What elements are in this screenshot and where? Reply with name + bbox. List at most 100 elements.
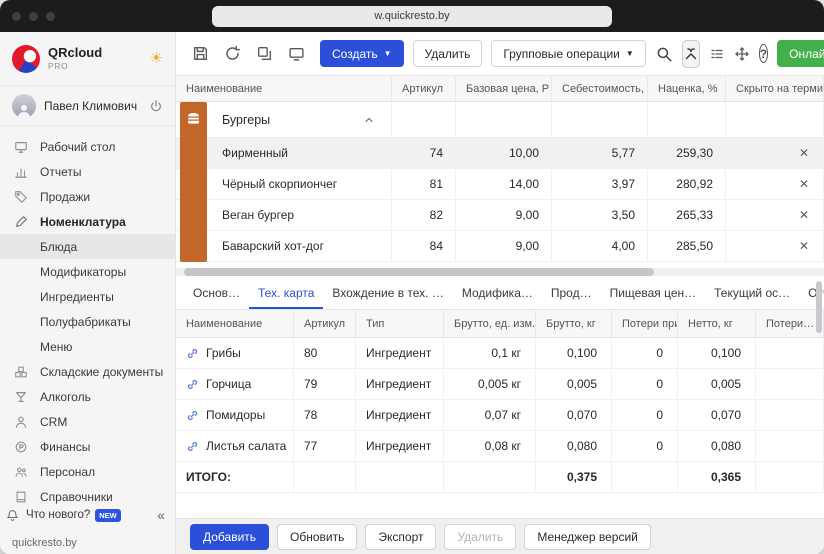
column-header-loss2[interactable]: Потери… [756,310,824,337]
window-minimize-button[interactable] [29,12,38,21]
logout-power-icon[interactable] [149,99,163,113]
customize-tools-icon[interactable] [682,40,700,68]
sidebar-item-crm[interactable]: CRM [0,409,175,434]
column-header-gross-kg[interactable]: Брутто, кг [536,310,612,337]
tab-tech-inclusion[interactable]: Вхождение в тех. … [323,276,452,309]
whats-new-link[interactable]: Что нового? NEW « [0,504,175,526]
brand-header: QRcloud PRO ☀ [0,32,175,86]
dish-sku: 74 [392,138,456,168]
add-button[interactable]: Добавить [190,524,269,550]
theme-sun-icon[interactable]: ☀ [150,51,163,66]
table-row[interactable]: Веган бургер 82 9,00 3,50 265,33 ✕ [176,200,824,231]
horizontal-scrollbar-thumb[interactable] [184,268,654,276]
table-row[interactable]: Горчица 79 Ингредиент 0,005 кг 0,005 0 0… [176,369,824,400]
column-header-loss[interactable]: Потери при… [612,310,678,337]
sidebar-item-alcohol[interactable]: Алкоголь [0,384,175,409]
link-icon[interactable] [186,378,199,391]
column-header-net-kg[interactable]: Нетто, кг [678,310,756,337]
sidebar-item-menu[interactable]: Меню [0,334,175,359]
save-icon[interactable] [192,45,209,62]
sidebar-item-warehouse-docs[interactable]: Складские документы [0,359,175,384]
hidden-toggle-icon[interactable]: ✕ [726,138,824,168]
sidebar-item-finance[interactable]: Финансы [0,434,175,459]
sidebar-item-ingredients[interactable]: Ингредиенты [0,284,175,309]
column-header-cost[interactable]: Себестоимость, Р [552,76,648,101]
version-manager-button[interactable]: Менеджер версий [524,524,651,550]
tab-main[interactable]: Основ… [184,276,249,309]
sidebar-item-nomenclature[interactable]: Номенклатура [0,209,175,234]
group-operations-dropdown[interactable]: Групповые операции▼ [491,40,645,67]
list-view-icon[interactable] [709,46,725,62]
column-header-price[interactable]: Базовая цена, Р [456,76,552,101]
tab-tech-card[interactable]: Тех. карта [249,276,323,309]
window-zoom-button[interactable] [46,12,55,21]
refresh-button[interactable]: Обновить [277,524,357,550]
table-row[interactable]: Фирменный 74 10,00 5,77 259,30 ✕ [176,138,824,169]
column-header-name[interactable]: Наименование [176,76,392,101]
hidden-toggle-icon[interactable]: ✕ [726,169,824,199]
dishes-table: Наименование Артикул Базовая цена, Р Себ… [176,76,824,276]
sidebar-item-sales[interactable]: Продажи [0,184,175,209]
link-icon[interactable] [186,440,199,453]
delete-button-label: Удалить [425,47,471,61]
table-row[interactable]: Баварский хот-дог 84 9,00 4,00 285,50 ✕ [176,231,824,262]
sidebar-item-modifiers[interactable]: Модификаторы [0,259,175,284]
dish-markup: 265,33 [648,200,726,230]
table-row[interactable]: Помидоры 78 Ингредиент 0,07 кг 0,070 0 0… [176,400,824,431]
tab-nutrition[interactable]: Пищевая цен… [601,276,706,309]
terminal-display-icon[interactable] [288,45,305,62]
move-arrows-icon[interactable] [734,46,750,62]
link-icon[interactable] [186,409,199,422]
pencil-icon [14,215,30,229]
window-close-button[interactable] [12,12,21,21]
vertical-scrollbar-thumb[interactable] [816,281,822,333]
sidebar-item-dishes[interactable]: Блюда [0,234,175,259]
help-icon[interactable]: ? [759,44,768,63]
refresh-icon[interactable] [224,45,241,62]
sidebar-item-reports[interactable]: Отчеты [0,159,175,184]
online-chat-button[interactable]: Онлайн-чат [777,40,824,67]
gross-kg: 0,070 [536,400,612,430]
hidden-toggle-icon[interactable]: ✕ [726,231,824,261]
column-header-name[interactable]: Наименование [176,310,294,337]
sidebar-footer-link[interactable]: quickresto.by [12,537,77,549]
address-bar[interactable]: w.quickresto.by [212,6,612,27]
delete-button[interactable]: Удалить [413,40,483,67]
table-row[interactable]: Грибы 80 Ингредиент 0,1 кг 0,100 0 0,100 [176,338,824,369]
table-row[interactable]: Чёрный скорпиончег 81 14,00 3,97 280,92 … [176,169,824,200]
column-header-type[interactable]: Тип [356,310,444,337]
user-row[interactable]: Павел Климович [0,86,175,126]
column-header-hidden[interactable]: Скрыто на терми [726,76,824,101]
export-button[interactable]: Экспорт [365,524,436,550]
search-icon[interactable] [655,45,673,63]
avatar [12,94,36,118]
column-header-sku[interactable]: Артикул [294,310,356,337]
column-header-sku[interactable]: Артикул [392,76,456,101]
sidebar-collapse-icon[interactable]: « [157,508,165,522]
collapse-chevron-up-icon[interactable] [363,114,375,126]
column-header-markup[interactable]: Наценка, % [648,76,726,101]
dish-sku: 81 [392,169,456,199]
tab-current-stock[interactable]: Текущий ос… [705,276,799,309]
chevron-down-icon: ▼ [384,49,392,58]
copy-icon[interactable] [256,45,273,62]
sidebar-item-staff[interactable]: Персонал [0,459,175,484]
hidden-toggle-icon[interactable]: ✕ [726,200,824,230]
delete-row-button[interactable]: Удалить [444,524,516,550]
sidebar-item-semifinished[interactable]: Полуфабрикаты [0,309,175,334]
tab-modifiers[interactable]: Модифика… [453,276,542,309]
coin-icon [14,440,30,454]
sidebar-item-label: Модификаторы [40,265,126,279]
bottom-action-bar: Добавить Обновить Экспорт Удалить Менедж… [176,518,824,554]
sidebar-item-label: Ингредиенты [40,290,114,304]
column-header-gross-unit[interactable]: Брутто, ед. изм. [444,310,536,337]
brand-plan: PRO [48,61,102,71]
group-row-burgers[interactable]: Бургеры [176,102,824,138]
create-button[interactable]: Создать▼ [320,40,404,67]
sidebar-item-label: Блюда [40,240,77,254]
table-row[interactable]: Листья салата 77 Ингредиент 0,08 кг 0,08… [176,431,824,462]
sidebar-item-desktop[interactable]: Рабочий стол [0,134,175,159]
tab-sales[interactable]: Прод… [542,276,601,309]
link-icon[interactable] [186,347,199,360]
ingredient-sku: 77 [294,431,356,461]
